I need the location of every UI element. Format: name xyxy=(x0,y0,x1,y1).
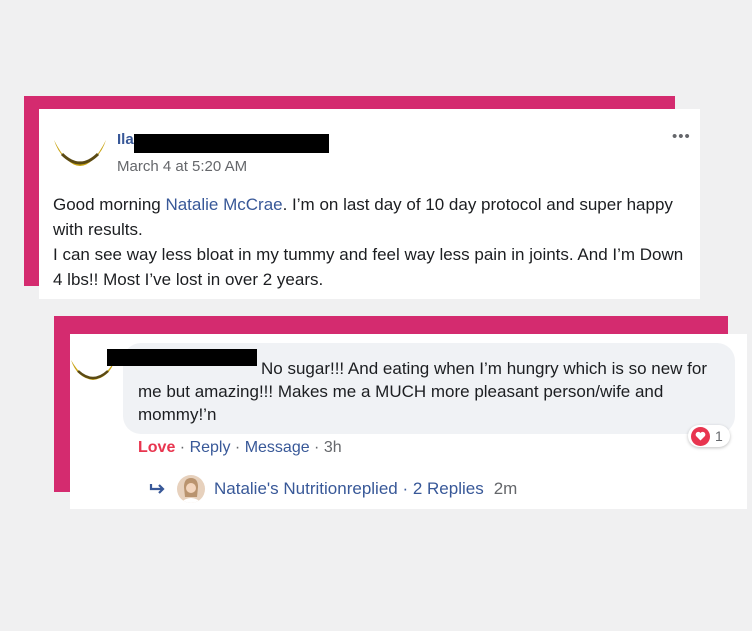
heart-icon xyxy=(691,426,710,446)
replier-name: Natalie's Nutrition xyxy=(214,479,347,498)
reaction-count-badge[interactable]: 1 xyxy=(688,425,730,447)
post-author-avatar[interactable] xyxy=(52,126,108,182)
mention-link[interactable]: Natalie McCrae xyxy=(165,195,282,214)
replier-avatar xyxy=(177,475,205,503)
reply-button[interactable]: Reply xyxy=(190,439,231,456)
comment-text: No sugar!!! And eating when I’m hungry w… xyxy=(138,359,708,424)
comment-time[interactable]: 3h xyxy=(324,439,342,456)
comment-actions: Love · Reply · Message · 3h xyxy=(138,439,342,456)
redaction-bar xyxy=(107,349,257,366)
redaction-bar xyxy=(134,134,329,153)
replies-time: 2m xyxy=(493,479,518,498)
love-button[interactable]: Love xyxy=(138,439,175,456)
post-author-name[interactable]: Ila xyxy=(117,131,134,148)
post-timestamp[interactable]: March 4 at 5:20 AM xyxy=(117,158,247,175)
replies-count: replied · 2 Replies xyxy=(346,479,484,498)
more-options-icon[interactable]: ••• xyxy=(672,128,691,145)
reply-arrow-icon xyxy=(149,484,165,494)
reaction-count: 1 xyxy=(715,428,723,444)
message-button[interactable]: Message xyxy=(245,439,310,456)
view-replies-link[interactable]: Natalie's Nutrition replied · 2 Replies 2… xyxy=(149,475,517,503)
post-body: Good morning Natalie McCrae. I’m on last… xyxy=(53,195,684,289)
